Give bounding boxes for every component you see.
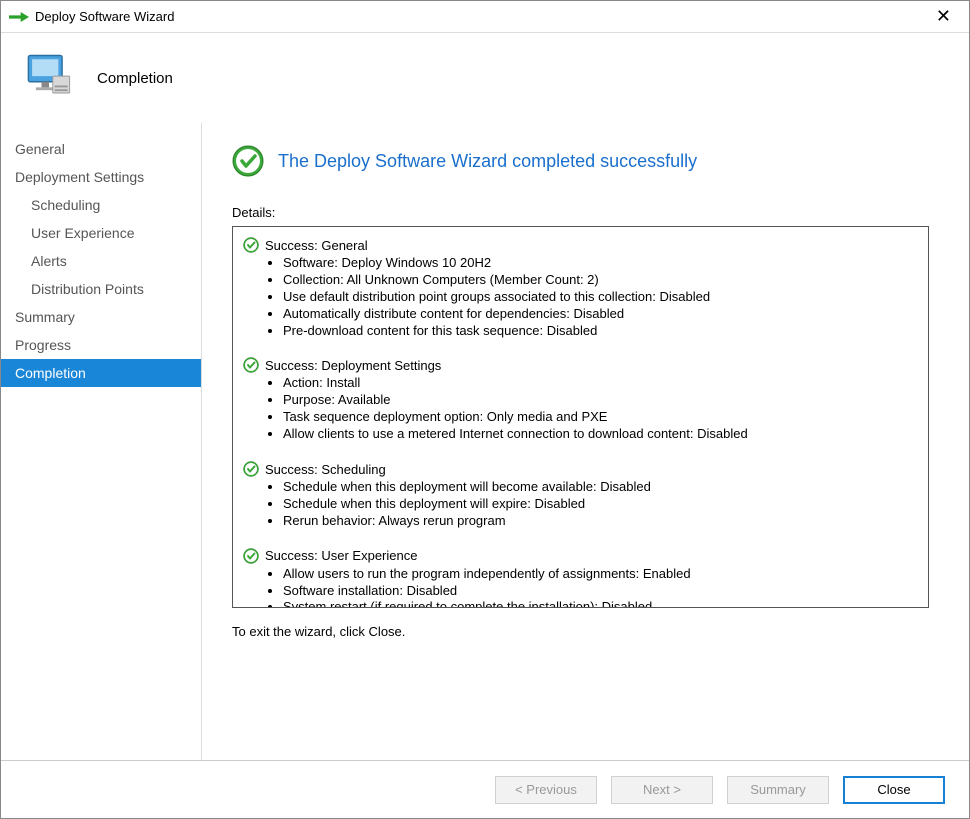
sidebar-item-user-experience[interactable]: User Experience <box>1 219 201 247</box>
list-item: Schedule when this deployment will becom… <box>283 479 918 496</box>
success-check-icon <box>243 548 259 564</box>
wizard-main: GeneralDeployment SettingsSchedulingUser… <box>1 123 969 762</box>
next-button: Next > <box>611 776 713 804</box>
section-list: Schedule when this deployment will becom… <box>283 479 918 530</box>
wizard-header: Completion <box>1 33 969 123</box>
details-section: Success: General Software: Deploy Windows… <box>243 237 918 339</box>
list-item: Software: Deploy Windows 10 20H2 <box>283 255 918 272</box>
section-title: Success: Scheduling <box>265 462 386 477</box>
wizard-content: The Deploy Software Wizard completed suc… <box>201 123 969 762</box>
list-item: Task sequence deployment option: Only me… <box>283 409 918 426</box>
success-check-icon <box>232 145 264 177</box>
summary-button: Summary <box>727 776 829 804</box>
wizard-sidebar: GeneralDeployment SettingsSchedulingUser… <box>1 123 201 762</box>
sidebar-item-scheduling[interactable]: Scheduling <box>1 191 201 219</box>
section-title: Success: General <box>265 238 368 253</box>
sidebar-item-alerts[interactable]: Alerts <box>1 247 201 275</box>
list-item: Allow clients to use a metered Internet … <box>283 426 918 443</box>
details-section: Success: Scheduling Schedule when this de… <box>243 461 918 530</box>
sidebar-item-deployment-settings[interactable]: Deployment Settings <box>1 163 201 191</box>
success-check-icon <box>243 461 259 477</box>
section-list: Software: Deploy Windows 10 20H2Collecti… <box>283 255 918 339</box>
section-list: Action: InstallPurpose: AvailableTask se… <box>283 375 918 443</box>
list-item: System restart (if required to complete … <box>283 599 918 608</box>
list-item: Pre-download content for this task seque… <box>283 323 918 340</box>
sidebar-item-general[interactable]: General <box>1 135 201 163</box>
section-list: Allow users to run the program independe… <box>283 566 918 608</box>
details-box[interactable]: Success: General Software: Deploy Windows… <box>232 226 929 608</box>
sidebar-item-distribution-points[interactable]: Distribution Points <box>1 275 201 303</box>
window-close-button[interactable]: ✕ <box>926 4 961 29</box>
list-item: Action: Install <box>283 375 918 392</box>
list-item: Rerun behavior: Always rerun program <box>283 513 918 530</box>
list-item: Purpose: Available <box>283 392 918 409</box>
window-title: Deploy Software Wizard <box>35 9 174 24</box>
sidebar-item-summary[interactable]: Summary <box>1 303 201 331</box>
success-title: The Deploy Software Wizard completed suc… <box>278 151 697 172</box>
section-title: Success: User Experience <box>265 548 417 563</box>
section-header: Success: General <box>243 237 918 253</box>
computer-monitor-icon <box>19 48 79 108</box>
list-item: Schedule when this deployment will expir… <box>283 496 918 513</box>
success-check-icon <box>243 357 259 373</box>
titlebar: Deploy Software Wizard ✕ <box>1 1 969 33</box>
success-check-icon <box>243 237 259 253</box>
list-item: Allow users to run the program independe… <box>283 566 918 583</box>
wizard-step-title: Completion <box>97 70 173 87</box>
details-section: Success: User Experience Allow users to r… <box>243 548 918 608</box>
list-item: Collection: All Unknown Computers (Membe… <box>283 272 918 289</box>
section-title: Success: Deployment Settings <box>265 358 441 373</box>
exit-instruction: To exit the wizard, click Close. <box>232 624 929 639</box>
list-item: Automatically distribute content for dep… <box>283 306 918 323</box>
section-header: Success: Scheduling <box>243 461 918 477</box>
list-item: Use default distribution point groups as… <box>283 289 918 306</box>
section-header: Success: User Experience <box>243 548 918 564</box>
details-label: Details: <box>232 205 929 220</box>
close-button[interactable]: Close <box>843 776 945 804</box>
success-header: The Deploy Software Wizard completed suc… <box>232 145 929 177</box>
wizard-footer: < Previous Next > Summary Close <box>1 760 969 818</box>
section-header: Success: Deployment Settings <box>243 357 918 373</box>
details-section: Success: Deployment Settings Action: Inst… <box>243 357 918 443</box>
list-item: Software installation: Disabled <box>283 583 918 600</box>
sidebar-item-progress[interactable]: Progress <box>1 331 201 359</box>
previous-button: < Previous <box>495 776 597 804</box>
deploy-arrow-icon <box>9 10 29 24</box>
sidebar-item-completion[interactable]: Completion <box>1 359 201 387</box>
